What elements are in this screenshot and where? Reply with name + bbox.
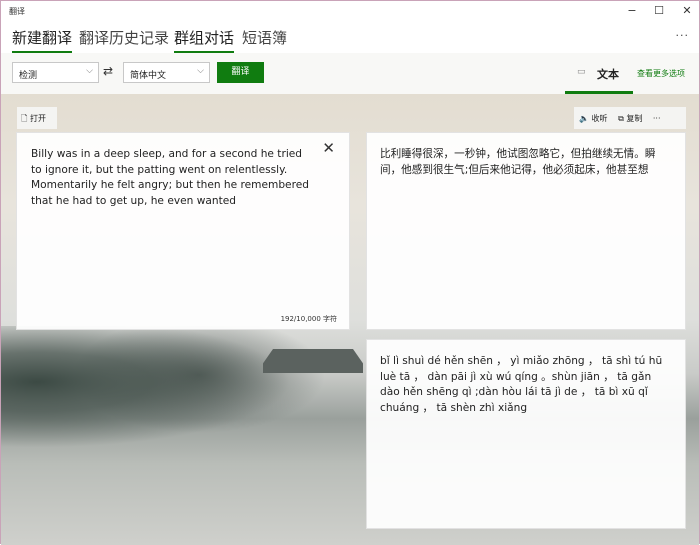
- background-trees: [1, 326, 361, 466]
- background-house: [263, 349, 363, 373]
- title-bar: 翻译 − ☐ ✕: [1, 1, 699, 21]
- tab-new-translation[interactable]: 新建翻译: [12, 27, 73, 53]
- target-language-select[interactable]: 简体中文 ⌵: [123, 62, 210, 83]
- text-mode-label: 文本: [597, 68, 619, 81]
- keyboard-icon: ▭: [577, 67, 586, 77]
- open-file-button[interactable]: 🗋 打开: [17, 107, 57, 129]
- tab-phrasebook[interactable]: 短语簿: [242, 27, 287, 51]
- source-language-value: 检测: [19, 71, 38, 81]
- input-panel[interactable]: Billy was in a deep sleep, and for a sec…: [16, 132, 350, 330]
- source-language-select[interactable]: 检测 ⌵: [12, 62, 99, 83]
- pinyin-text: bǐ lì shuì dé hěn shēn ， yì miǎo zhōng ，…: [380, 355, 663, 414]
- minimize-button[interactable]: −: [622, 4, 642, 17]
- copy-icon: ⧉: [618, 114, 624, 123]
- close-window-button[interactable]: ✕: [677, 4, 697, 17]
- tab-group-chat[interactable]: 群组对话: [174, 27, 235, 53]
- more-menu-button[interactable]: ···: [676, 29, 690, 42]
- translation-text: 比利睡得很深，一秒钟，他试图忽略它，但拍继续无情。瞬间，他感到很生气;但后来他记…: [380, 148, 656, 176]
- tab-history[interactable]: 翻译历史记录: [79, 27, 169, 51]
- pinyin-panel: bǐ lì shuì dé hěn shēn ， yì miǎo zhōng ，…: [366, 339, 686, 529]
- input-text[interactable]: Billy was in a deep sleep, and for a sec…: [31, 147, 315, 209]
- swap-languages-icon[interactable]: ⇄: [103, 64, 113, 78]
- char-count: 192/10,000 字符: [280, 315, 337, 323]
- listen-label: 收听: [591, 114, 608, 123]
- main-tabs: 新建翻译 翻译历史记录 群组对话 短语簿 ···: [1, 21, 699, 53]
- file-icon: 🗋: [21, 114, 28, 123]
- more-options-link[interactable]: 查看更多选项: [637, 68, 685, 79]
- toolbar: 检测 ⌵ ⇄ 简体中文 ⌵ 翻译 ▭ 文本 查看更多选项: [1, 53, 699, 94]
- window-title: 翻译: [9, 7, 25, 16]
- speaker-icon: 🔈: [579, 114, 589, 123]
- listen-button[interactable]: 🔈 收听: [579, 114, 608, 123]
- maximize-button[interactable]: ☐: [649, 4, 669, 17]
- copy-label: 复制: [626, 114, 643, 123]
- text-mode-tab[interactable]: ▭ 文本: [565, 53, 633, 94]
- target-language-value: 简体中文: [130, 71, 167, 81]
- translate-button[interactable]: 翻译: [217, 62, 264, 83]
- clear-input-icon[interactable]: ✕: [322, 139, 335, 157]
- output-more-button[interactable]: ···: [653, 114, 661, 123]
- chevron-down-icon: ⌵: [86, 66, 93, 76]
- open-label: 打开: [29, 114, 46, 123]
- chevron-down-icon: ⌵: [197, 66, 204, 76]
- output-toolbar: 🔈 收听 ⧉ 复制 ···: [574, 107, 686, 129]
- copy-button[interactable]: ⧉ 复制: [618, 114, 642, 123]
- translation-panel: 比利睡得很深，一秒钟，他试图忽略它，但拍继续无情。瞬间，他感到很生气;但后来他记…: [366, 132, 686, 330]
